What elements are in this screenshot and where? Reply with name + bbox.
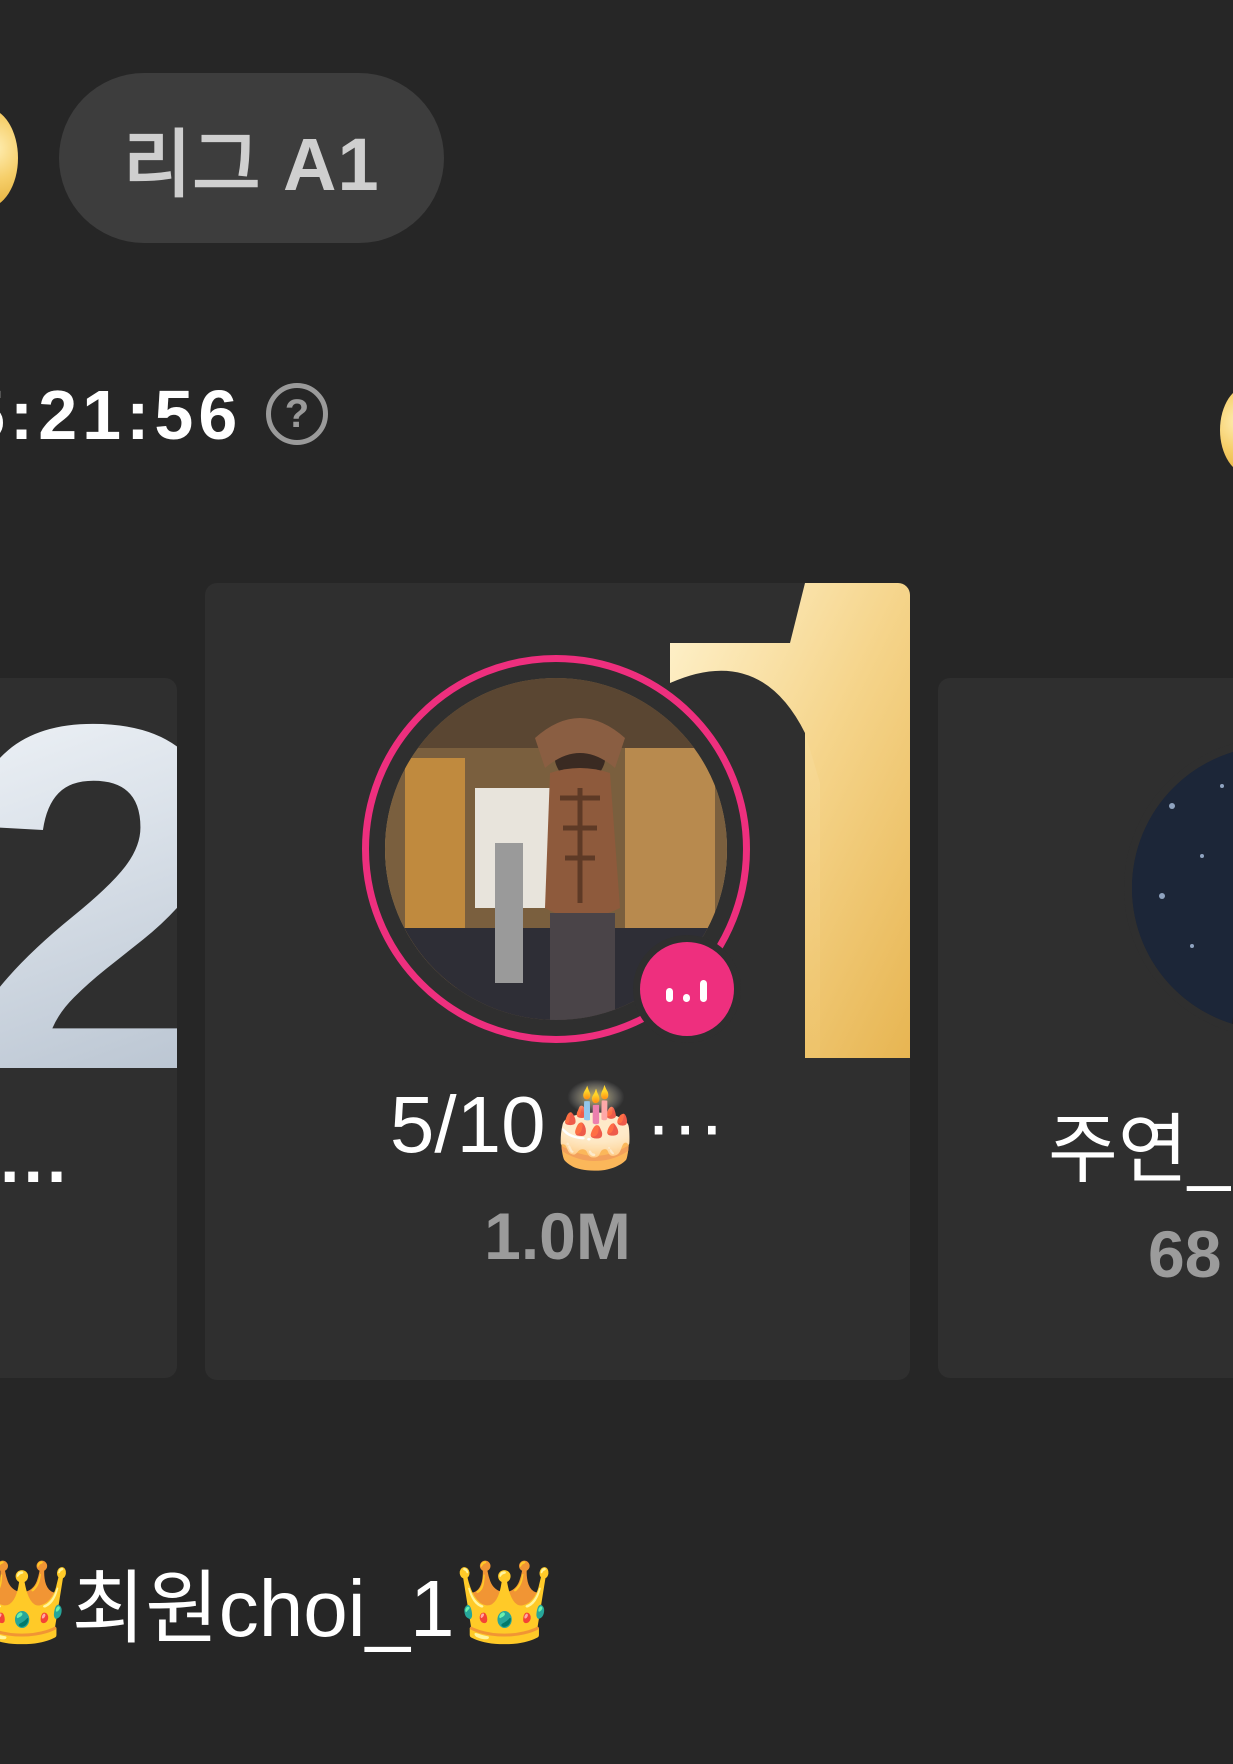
countdown-row: 5:21:56 (0, 370, 276, 460)
rank-card-1[interactable]: 5/10🎂··· 1.0M (205, 583, 910, 1380)
crown-icon: 👑 (0, 1557, 72, 1646)
league-label: 리그 A1 (123, 122, 380, 206)
rank1-name-text: 5/10 (389, 1080, 546, 1169)
rank1-name-overflow: ··· (645, 1080, 726, 1169)
rank-card-3[interactable]: 주연_ 68 (938, 678, 1233, 1378)
rank1-score: 1.0M (484, 1199, 631, 1273)
coin-icon (1220, 385, 1233, 475)
live-audio-icon[interactable] (633, 935, 741, 1043)
rank1-name: 5/10🎂··· (205, 1078, 910, 1172)
countdown-timer: 5:21:56 (0, 376, 243, 454)
question-circle-icon[interactable]: ? (266, 383, 328, 445)
crown-icon: 👑 (454, 1557, 555, 1646)
current-user-name-row[interactable]: 👑 최원choi_1 👑 (0, 1552, 555, 1654)
rank-number-2: 2 (0, 678, 177, 1068)
rank-card-2[interactable]: 2 ... (0, 678, 177, 1378)
league-pill-button[interactable]: 리그 A1 (59, 73, 444, 243)
rank2-name: ... (0, 1119, 71, 1197)
current-user-name: 최원choi_1 (71, 1564, 455, 1653)
league-coin-icon (0, 108, 18, 208)
rank3-name: 주연_ (1048, 1108, 1231, 1193)
rank3-avatar[interactable] (1124, 738, 1233, 1038)
birthday-cake-icon: 🎂 (545, 1080, 646, 1169)
rank3-score: 68 (1148, 1217, 1222, 1291)
